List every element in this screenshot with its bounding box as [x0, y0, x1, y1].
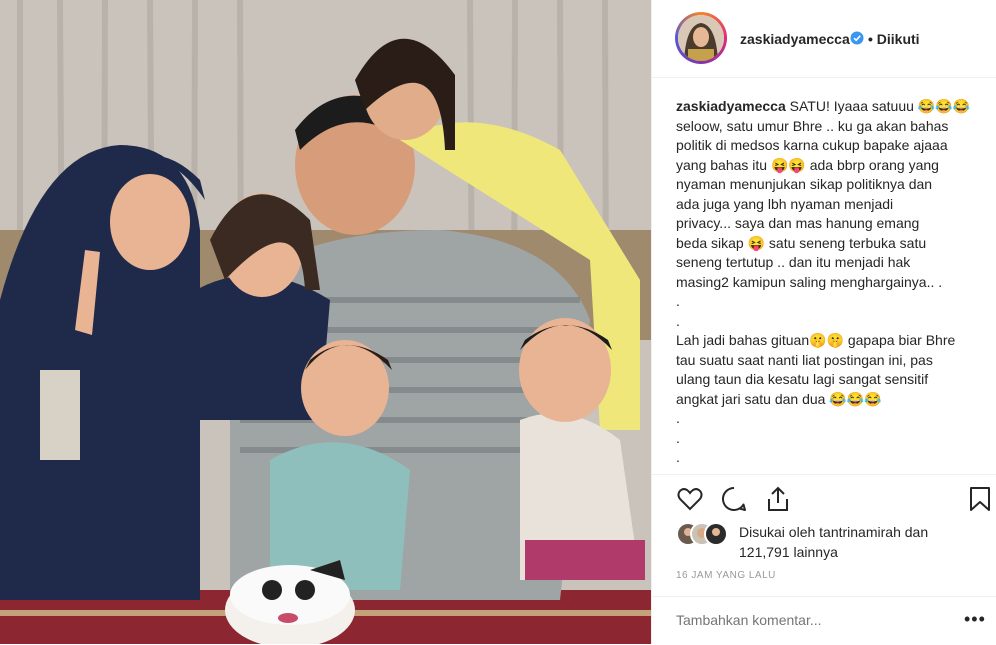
- comment-input[interactable]: [676, 612, 926, 628]
- caption-line: .: [676, 410, 680, 426]
- caption-line: ada juga yang lbh nyaman menjadi: [676, 195, 894, 212]
- more-options-icon[interactable]: •••: [964, 609, 986, 630]
- story-ring[interactable]: [675, 12, 727, 64]
- avatar-image: [678, 15, 724, 61]
- share-icon[interactable]: [764, 485, 792, 513]
- heart-icon[interactable]: [676, 485, 704, 513]
- caption-line: ulang taun dia kesatu lagi sangat sensit…: [676, 371, 929, 387]
- caption-line: .: [676, 449, 680, 465]
- follow-status[interactable]: • Diikuti: [868, 31, 920, 47]
- caption: zaskiadyamecca SATU! Iyaaa satuuu 😂😂😂 se…: [676, 97, 976, 468]
- caption-username[interactable]: zaskiadyamecca: [676, 98, 786, 114]
- bookmark-icon[interactable]: [966, 485, 994, 513]
- action-bar: [652, 474, 996, 525]
- username-link[interactable]: zaskiadyamecca: [740, 31, 850, 47]
- avatar[interactable]: [678, 15, 724, 61]
- post-header: zaskiadyamecca • Diikuti: [652, 0, 996, 78]
- caption-line: beda sikap 😝 satu seneng terbuka satu: [676, 234, 927, 251]
- comment-icon[interactable]: [720, 485, 748, 513]
- caption-line: tau suatu saat nanti liat postingan ini,…: [676, 351, 933, 368]
- likes-line: Disukai oleh tantrinamirah dan: [739, 524, 929, 540]
- instagram-post-window: zaskiadyamecca • Diikuti zaskiadyamecca …: [0, 0, 996, 644]
- likes-text[interactable]: Disukai oleh tantrinamirah dan 121,791 l…: [739, 522, 989, 562]
- caption-line: .: [676, 312, 680, 329]
- likes-count: 121,791 lainnya: [739, 544, 838, 560]
- likes-section: Disukai oleh tantrinamirah dan 121,791 l…: [676, 522, 986, 566]
- comment-bar: •••: [652, 596, 996, 645]
- liker-avatar[interactable]: [704, 522, 728, 546]
- caption-line: Lah jadi bahas gituan🤫🤫 gapapa biar Bhre: [676, 332, 956, 348]
- verified-badge-icon: [850, 31, 864, 45]
- post-photo[interactable]: [0, 0, 651, 644]
- caption-line: .: [676, 429, 680, 446]
- caption-line: seneng tertutup .. dan itu menjadi hak: [676, 254, 911, 270]
- post-side-panel: zaskiadyamecca • Diikuti zaskiadyamecca …: [651, 0, 996, 644]
- caption-line: .: [676, 293, 680, 309]
- family-photo-image: [0, 0, 651, 644]
- caption-line: seloow, satu umur Bhre .. ku ga akan bah…: [676, 117, 949, 134]
- caption-line: privacy... saya dan mas hanung emang: [676, 215, 920, 231]
- post-timestamp[interactable]: 16 JAM YANG LALU: [676, 570, 776, 581]
- caption-line: masing2 kamipun saling menghargainya.. .: [676, 273, 943, 290]
- caption-line: angkat jari satu dan dua 😂😂😂: [676, 390, 882, 407]
- caption-line: yang bahas itu 😝😝 ada bbrp orang yang: [676, 156, 939, 173]
- caption-line: nyaman menunjukan sikap politiknya dan: [676, 176, 933, 192]
- caption-line: SATU! Iyaaa satuuu 😂😂😂: [789, 98, 971, 114]
- caption-line: politik di medsos karna cukup bapake aja…: [676, 137, 948, 153]
